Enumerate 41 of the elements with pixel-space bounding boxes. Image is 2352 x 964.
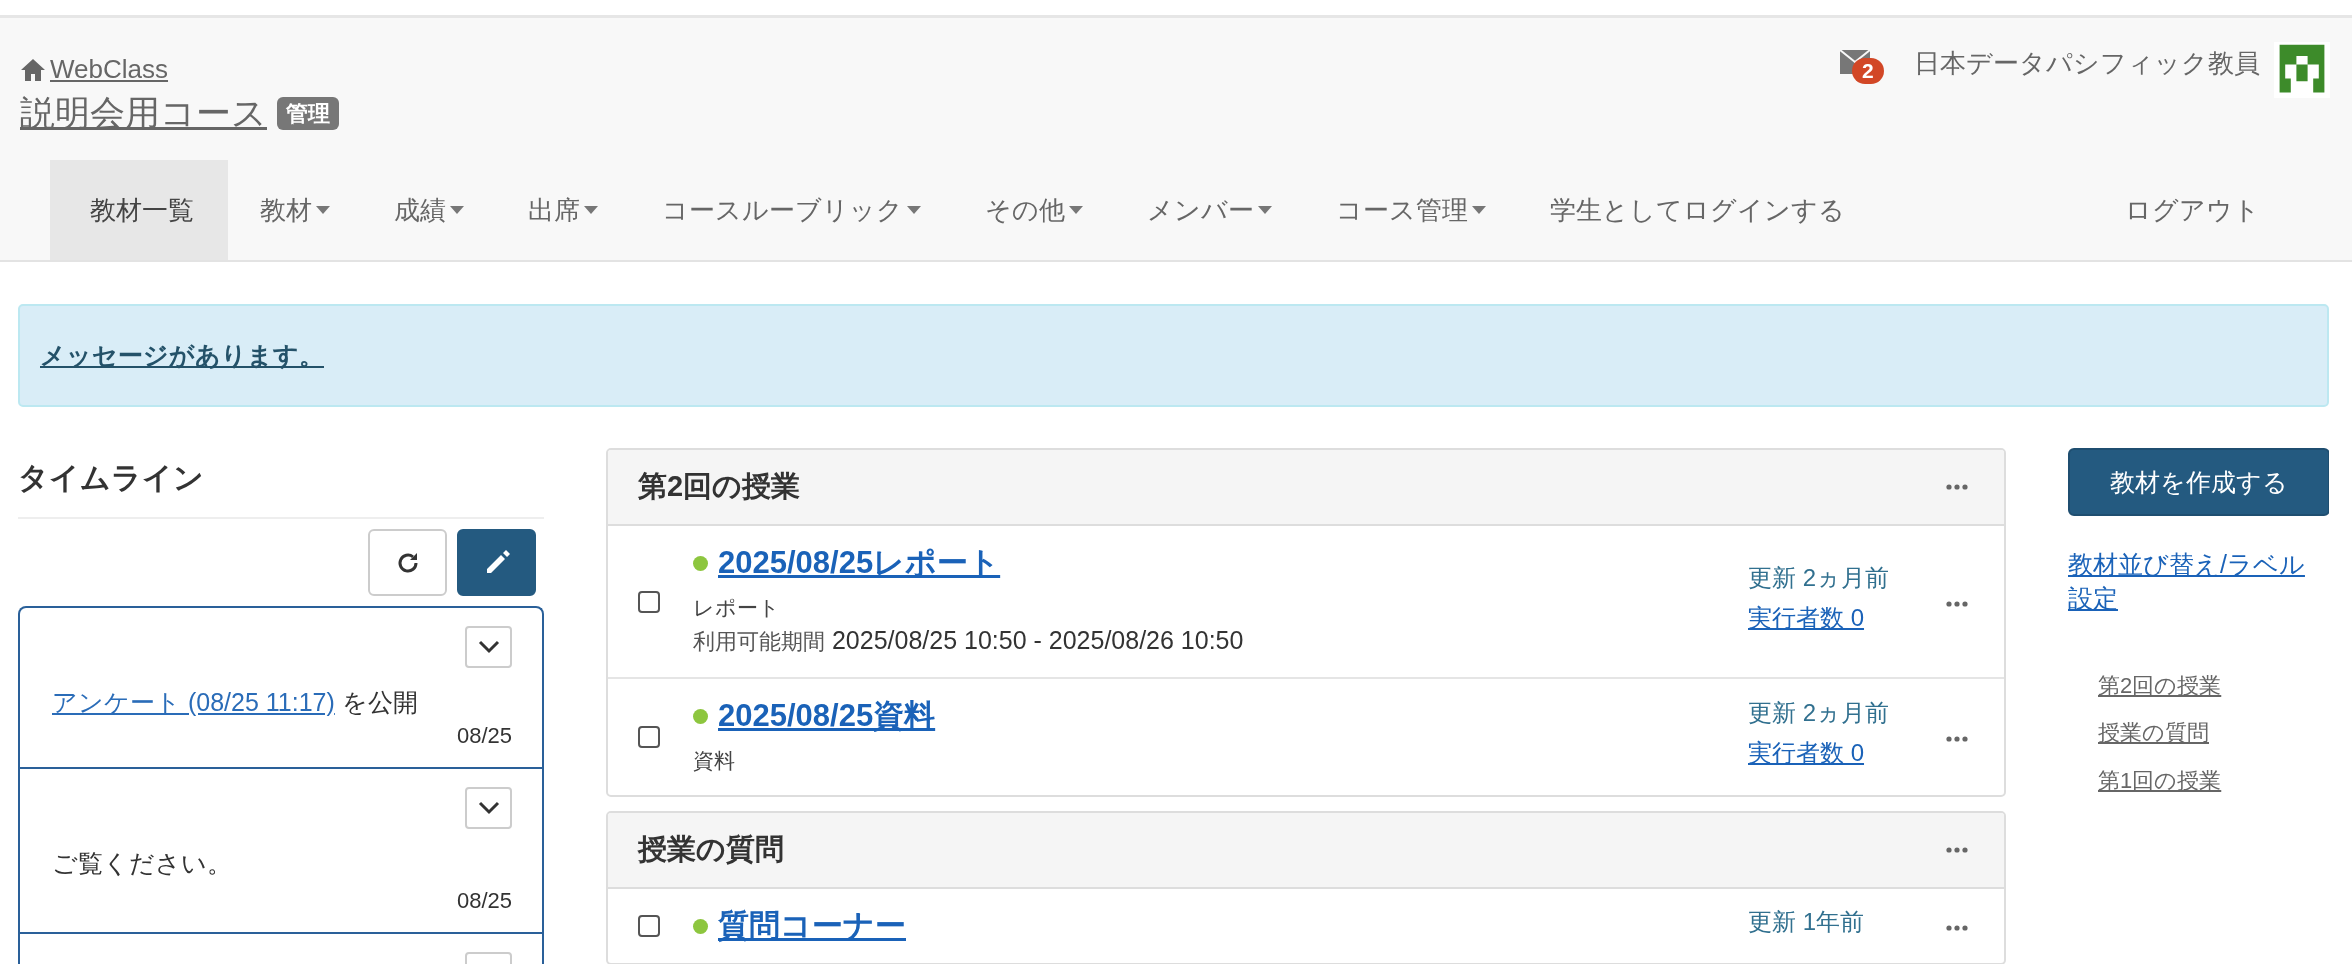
- create-material-button[interactable]: 教材を作成する: [2068, 448, 2329, 516]
- course-title-link[interactable]: 説明会用コース: [20, 92, 267, 132]
- nav-tab[interactable]: その他: [953, 160, 1115, 260]
- section-title: 授業の質問: [638, 832, 784, 868]
- period-label: 利用可能期間: [693, 629, 825, 655]
- timeline-entry: ご覧ください。: [52, 848, 232, 879]
- role-badge: 管理: [277, 96, 339, 130]
- nav-tab[interactable]: 学生としてログインする: [1518, 160, 1877, 260]
- material-title-link[interactable]: 2025/08/25レポート: [718, 546, 1001, 581]
- runners-link[interactable]: 実行者数 0: [1748, 601, 1908, 634]
- nav-tab[interactable]: 成績: [362, 160, 496, 260]
- nav-tab[interactable]: 教材: [228, 160, 362, 260]
- section-link[interactable]: 授業の質問: [2098, 719, 2209, 748]
- material-type: 資料: [693, 748, 736, 775]
- unread-count-badge: 2: [1852, 58, 1884, 84]
- entry-date: 08/25: [456, 888, 512, 914]
- user-name: 日本データパシフィック教員: [1914, 47, 2260, 80]
- runners-link[interactable]: 実行者数 0: [1748, 737, 1908, 770]
- nav-tab[interactable]: コースルーブリック: [630, 160, 953, 260]
- material-type: レポート: [693, 595, 781, 622]
- timeline-entry: アンケート (08/25 11:17) を公開: [52, 687, 418, 718]
- updated-time: 更新 1年前: [1748, 907, 1865, 938]
- nav-tab[interactable]: ログアウト: [2093, 160, 2292, 260]
- section-link[interactable]: 第2回の授業: [2098, 671, 2222, 701]
- reorder-link[interactable]: 教材並び替え/ラベル設定: [2068, 548, 2308, 616]
- period-value: 2025/08/25 10:50 - 2025/08/26 10:50: [831, 626, 1244, 655]
- section-link[interactable]: 第1回の授業: [2098, 766, 2222, 796]
- nav-tab[interactable]: 出席: [496, 160, 630, 260]
- material-title-link[interactable]: 質問コーナー: [718, 909, 906, 944]
- nav-tab[interactable]: メンバー: [1115, 160, 1304, 260]
- section-title: 第2回の授業: [638, 469, 801, 504]
- home-link[interactable]: WebClass: [20, 54, 168, 85]
- nav-tab[interactable]: 教材一覧: [50, 160, 228, 260]
- message-link[interactable]: メッセージがあります。: [40, 339, 324, 372]
- updated-time: 更新 2ヵ月前: [1748, 562, 1890, 593]
- nav-tab[interactable]: コース管理: [1304, 160, 1518, 260]
- material-title-link[interactable]: 2025/08/25資料: [718, 699, 936, 734]
- timeline-heading: タイムライン: [18, 458, 544, 519]
- updated-time: 更新 2ヵ月前: [1748, 698, 1890, 729]
- survey-link[interactable]: アンケート (08/25 11:17): [52, 688, 335, 716]
- entry-date: 08/25: [456, 723, 512, 749]
